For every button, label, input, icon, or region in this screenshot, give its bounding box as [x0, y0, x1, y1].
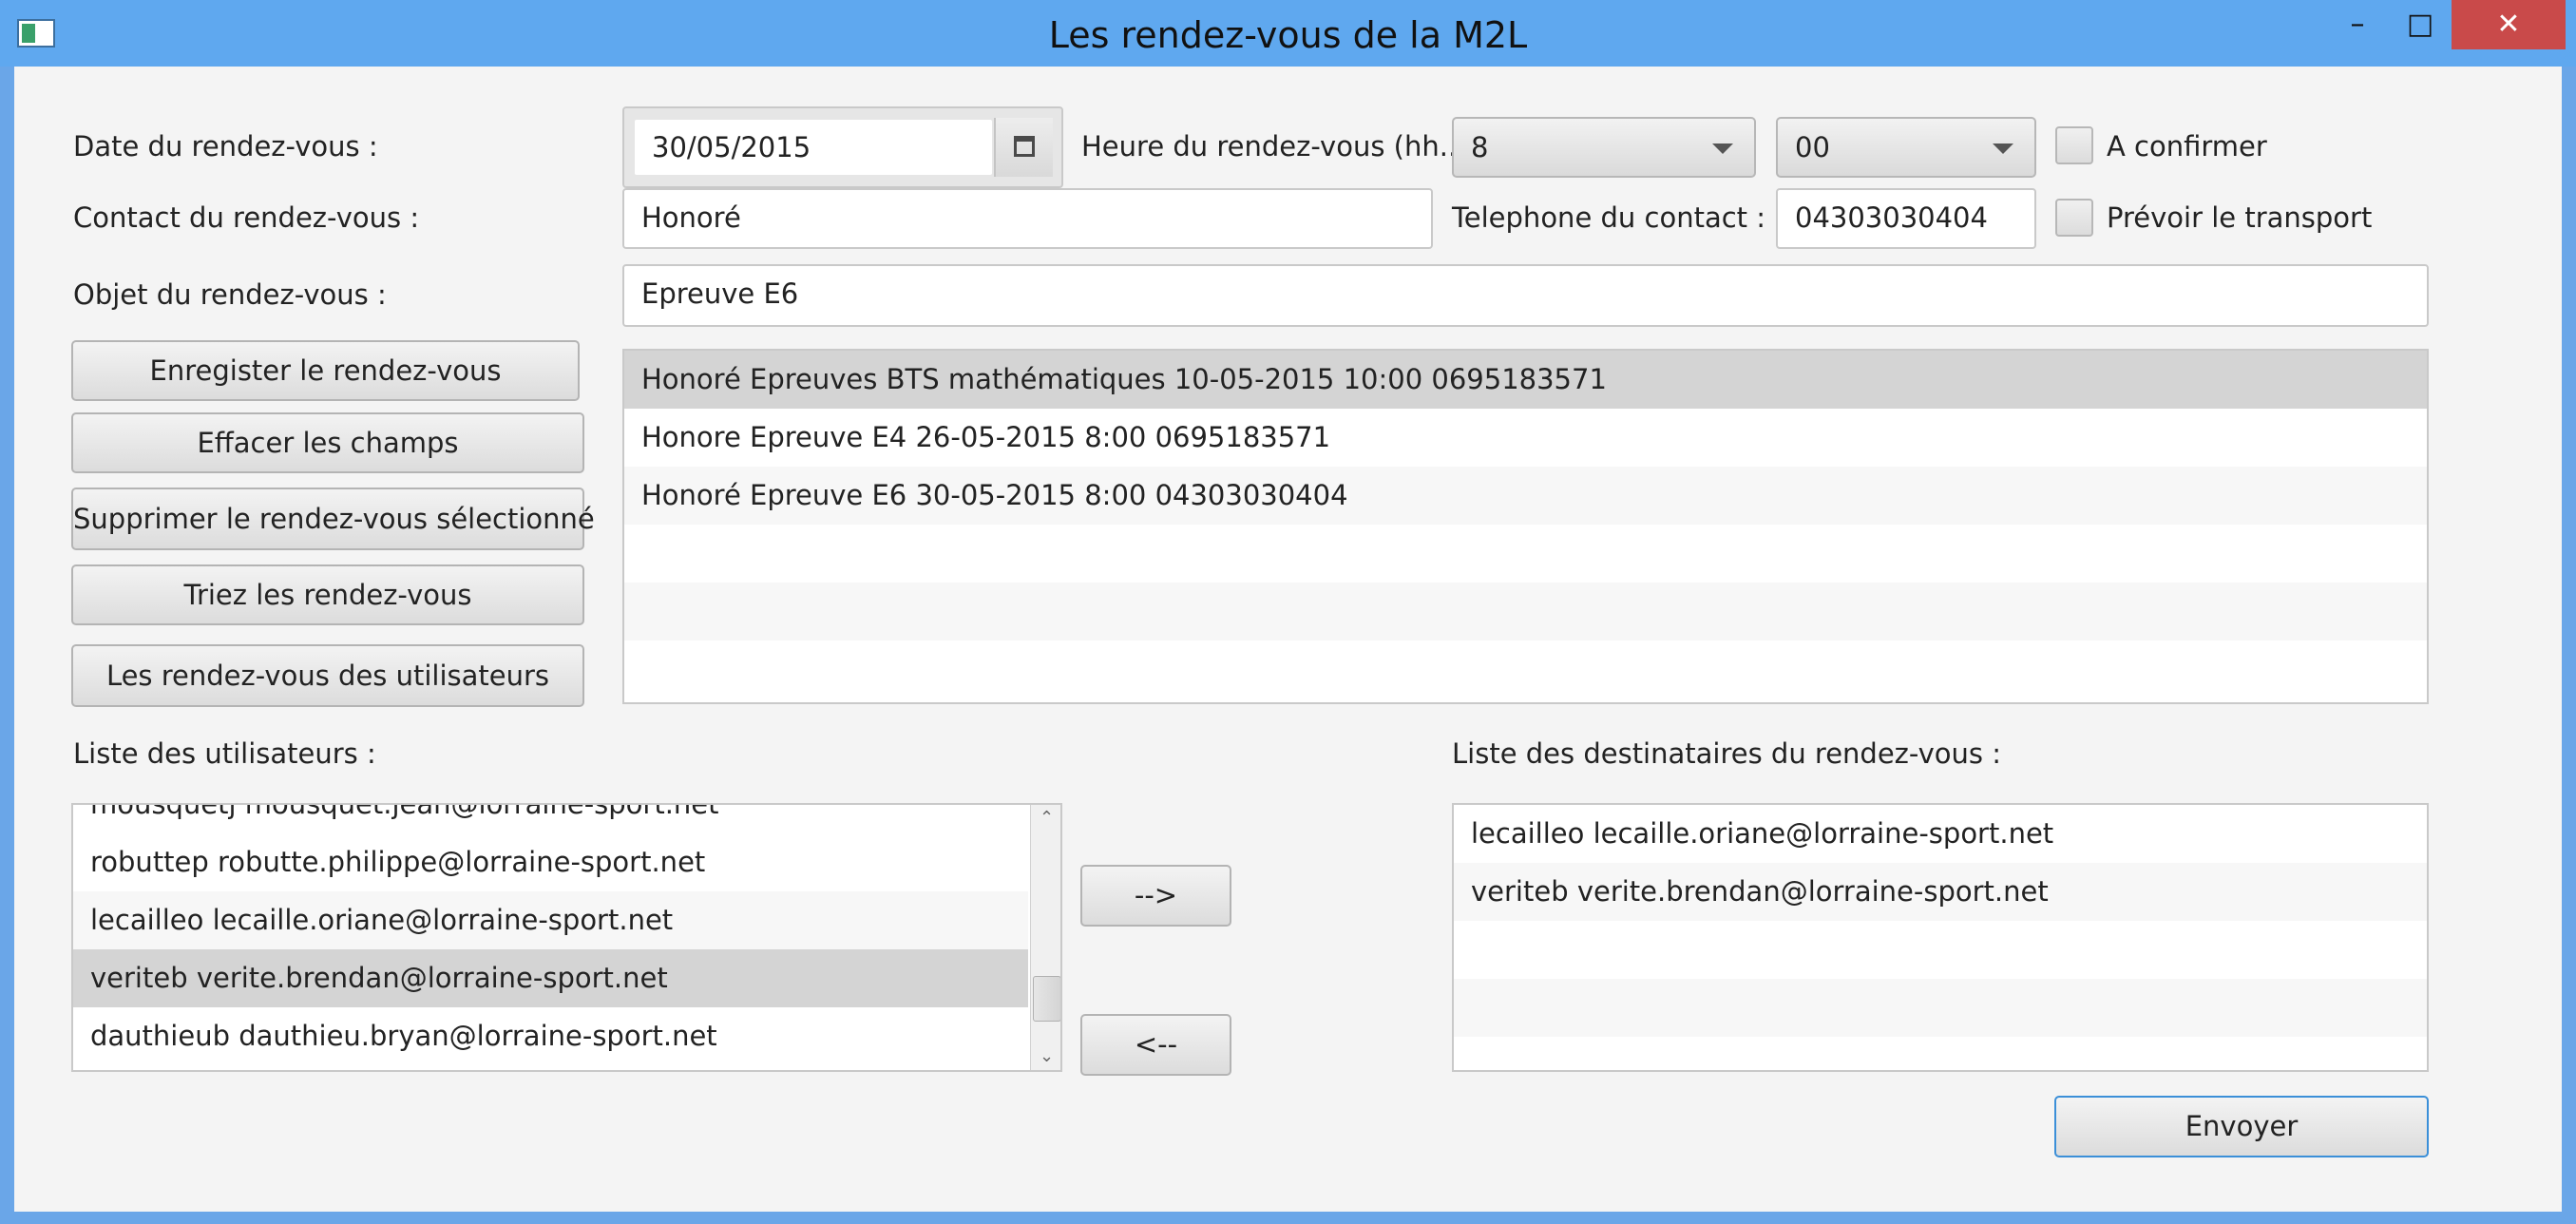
- add-recipient-button[interactable]: -->: [1080, 865, 1231, 927]
- calendar-icon: [1014, 136, 1035, 157]
- save-button[interactable]: Enregister le rendez-vous: [71, 340, 580, 401]
- contact-input[interactable]: Honoré: [622, 188, 1433, 249]
- calendar-button[interactable]: [994, 118, 1053, 177]
- date-input[interactable]: 30/05/2015: [633, 118, 994, 177]
- maximize-icon[interactable]: □: [2389, 0, 2452, 49]
- phone-input[interactable]: 04303030404: [1776, 188, 2036, 249]
- list-item[interactable]: Honoré Epreuve E6 30-05-2015 8:00 043030…: [624, 467, 2427, 525]
- delete-button[interactable]: Supprimer le rendez-vous sélectionné: [71, 488, 595, 550]
- users-list[interactable]: mousquetj mousquet.jean@lorraine-sport.n…: [71, 803, 1062, 1072]
- list-item[interactable]: veriteb verite.brendan@lorraine-sport.ne…: [1454, 863, 2427, 921]
- send-button[interactable]: Envoyer: [2054, 1096, 2429, 1157]
- empty-row: [624, 525, 2427, 583]
- object-input[interactable]: Epreuve E6: [622, 264, 2429, 327]
- minute-select[interactable]: 00: [1776, 117, 2036, 178]
- hour-value: 8: [1471, 131, 1489, 163]
- list-item[interactable]: dauthieub dauthieu.bryan@lorraine-sport.…: [73, 1007, 1028, 1065]
- recipients-list[interactable]: lecailleo lecaille.oriane@lorraine-sport…: [1452, 803, 2429, 1072]
- close-icon[interactable]: ✕: [2452, 0, 2566, 49]
- empty-row: [624, 641, 2427, 698]
- empty-row: [624, 583, 2427, 641]
- empty-row: [1454, 1037, 2427, 1070]
- scroll-up-icon[interactable]: ⌃: [1031, 807, 1060, 830]
- chevron-down-icon: [1712, 143, 1733, 154]
- chevron-down-icon: [1993, 143, 2013, 154]
- hour-select[interactable]: 8: [1452, 117, 1756, 178]
- clear-button[interactable]: Effacer les champs: [71, 412, 584, 473]
- date-label: Date du rendez-vous :: [73, 130, 378, 163]
- object-label: Objet du rendez-vous :: [73, 278, 387, 311]
- confirm-label: A confirmer: [2107, 130, 2267, 163]
- scroll-down-icon[interactable]: ⌄: [1031, 1045, 1060, 1068]
- sort-button[interactable]: Triez les rendez-vous: [71, 564, 584, 625]
- transport-checkbox[interactable]: [2055, 199, 2093, 237]
- window-title: Les rendez-vous de la M2L: [1048, 14, 1528, 56]
- users-label: Liste des utilisateurs :: [73, 737, 376, 770]
- list-item[interactable]: lecailleo lecaille.oriane@lorraine-sport…: [73, 891, 1028, 949]
- remove-recipient-button[interactable]: <--: [1080, 1014, 1231, 1076]
- list-item[interactable]: mousquetj mousquet.jean@lorraine-sport.n…: [73, 805, 1028, 833]
- users-scrollbar[interactable]: ⌃ ⌄: [1030, 805, 1060, 1070]
- list-item[interactable]: Honore Epreuve E4 26-05-2015 8:00 069518…: [624, 409, 2427, 467]
- appointments-list[interactable]: Honoré Epreuves BTS mathématiques 10-05-…: [622, 349, 2429, 704]
- user-appointments-button[interactable]: Les rendez-vous des utilisateurs: [71, 644, 584, 707]
- minimize-icon[interactable]: –: [2326, 0, 2389, 49]
- hour-label: Heure du rendez-vous (hh...: [1081, 130, 1466, 163]
- phone-label: Telephone du contact :: [1452, 201, 1766, 234]
- empty-row: [1454, 979, 2427, 1037]
- recipients-label: Liste des destinataires du rendez-vous :: [1452, 737, 2001, 770]
- transport-label: Prévoir le transport: [2107, 201, 2373, 234]
- scroll-thumb[interactable]: [1033, 976, 1060, 1022]
- list-item[interactable]: robuttep robutte.philippe@lorraine-sport…: [73, 833, 1028, 891]
- empty-row: [1454, 921, 2427, 979]
- minute-value: 00: [1795, 131, 1830, 163]
- list-item[interactable]: Honoré Epreuves BTS mathématiques 10-05-…: [624, 351, 2427, 409]
- contact-label: Contact du rendez-vous :: [73, 201, 420, 234]
- list-item[interactable]: lecailleo lecaille.oriane@lorraine-sport…: [1454, 805, 2427, 863]
- confirm-checkbox[interactable]: [2055, 126, 2093, 164]
- list-item[interactable]: veriteb verite.brendan@lorraine-sport.ne…: [73, 949, 1028, 1007]
